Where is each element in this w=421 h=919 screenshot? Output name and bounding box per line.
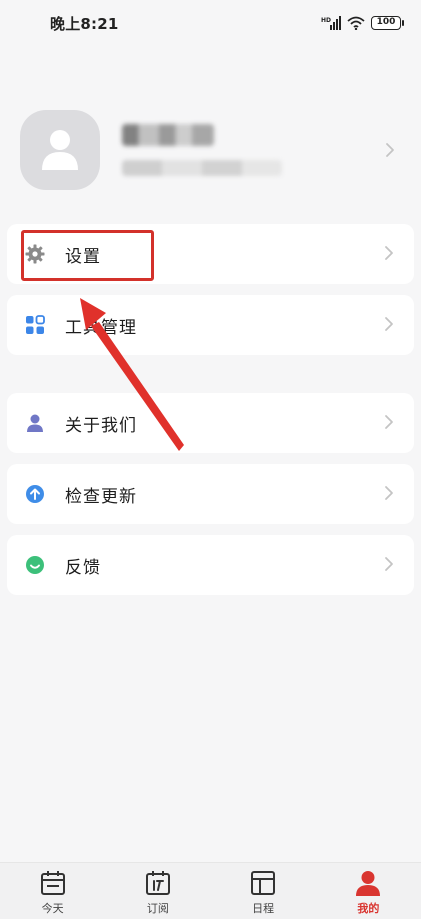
annotation-highlight-box [21,230,154,281]
profile-header[interactable] [0,100,421,200]
chevron-right-icon [385,415,393,429]
profile-id-blurred [122,160,282,176]
tab-label: 我的 [357,902,380,915]
tab-mine[interactable]: 我的 [316,863,421,919]
battery-icon: 100 [371,16,404,30]
signal-icon: HD [321,16,341,30]
tab-label: 日程 [252,902,275,915]
person-icon [42,130,78,170]
menu-item-about[interactable]: 关于我们 [7,393,414,453]
avatar[interactable] [20,110,100,190]
status-time: 晚上8:21 [50,14,119,33]
menu-item-label: 关于我们 [65,415,137,436]
tab-schedule[interactable]: 日程 [211,863,316,919]
person-icon [25,413,45,433]
tab-label: 订阅 [146,902,169,915]
profile-icon [353,868,383,898]
subscribe-icon [143,868,173,898]
chevron-right-icon [385,486,393,500]
calendar-today-icon [38,868,68,898]
profile-name-blurred [122,124,214,146]
menu-item-check-update[interactable]: 检查更新 [7,464,414,524]
menu-item-feedback[interactable]: 反馈 [7,535,414,595]
tab-subscribe[interactable]: 订阅 [105,863,210,919]
tab-label: 今天 [41,902,64,915]
chevron-right-icon [385,246,393,260]
chevron-right-icon [385,317,393,331]
status-bar: 晚上8:21 HD 100 [0,0,421,46]
bottom-nav: 今天 订阅 日程 我的 [0,862,421,919]
grid-icon [25,315,45,335]
profile-info [122,124,282,176]
schedule-layout-icon [248,868,278,898]
menu-item-label: 反馈 [65,557,101,578]
menu-item-label: 工具管理 [65,317,137,338]
smile-icon [25,555,45,575]
chevron-right-icon [386,143,394,157]
chevron-right-icon [385,557,393,571]
tab-today[interactable]: 今天 [0,863,105,919]
upload-icon [25,484,45,504]
status-icons: HD 100 [321,16,404,30]
network-badge: HD [321,17,331,24]
menu-item-tools[interactable]: 工具管理 [7,295,414,355]
wifi-icon [347,16,365,30]
menu-item-label: 检查更新 [65,486,137,507]
